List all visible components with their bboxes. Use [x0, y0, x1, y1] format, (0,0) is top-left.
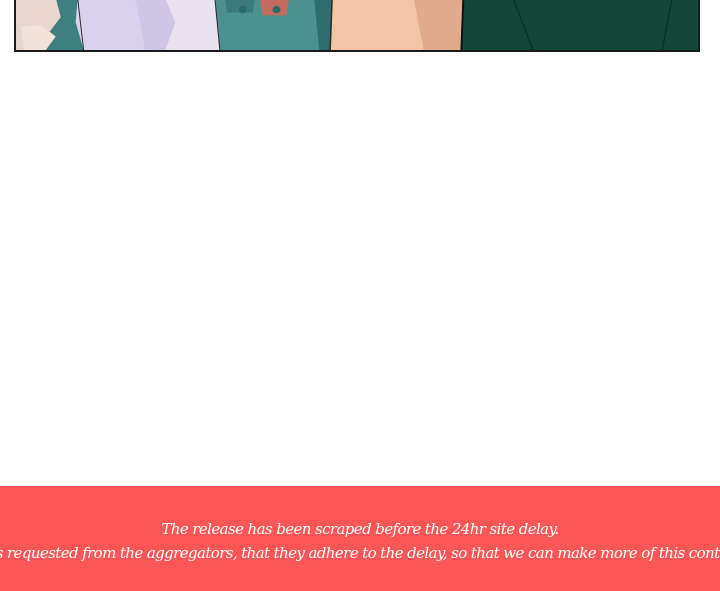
comic-panel-image: [14, 0, 700, 52]
comic-art: [16, 0, 698, 50]
notice-line-1: The release has been scraped before the …: [161, 519, 559, 538]
scrape-notice-banner: The release has been scraped before the …: [0, 486, 720, 591]
notice-line-2: it is requested from the aggregators, th…: [0, 543, 720, 562]
blank-page-area: [0, 54, 720, 486]
